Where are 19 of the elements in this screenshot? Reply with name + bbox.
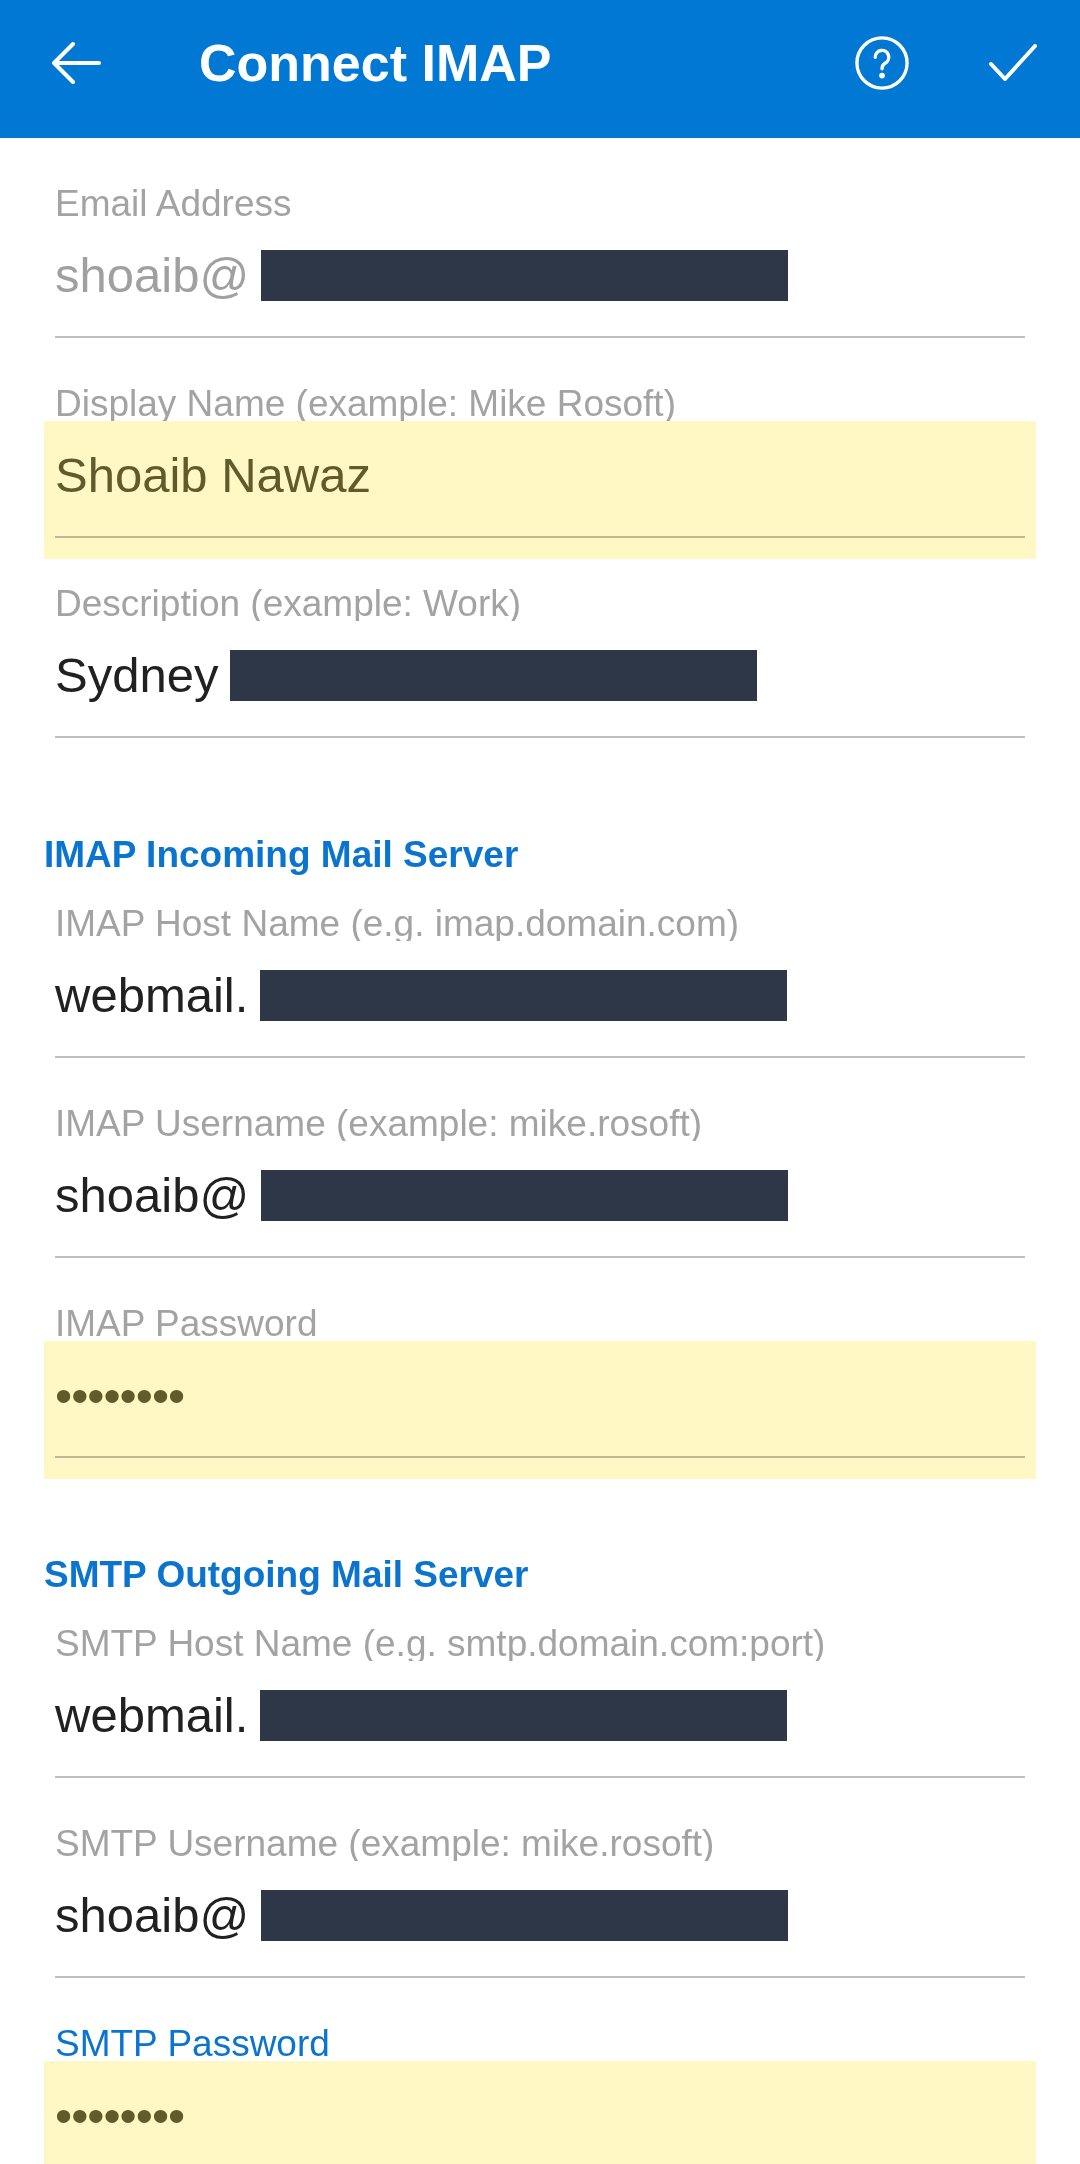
password-field[interactable]: •••••••• bbox=[44, 1341, 1036, 1479]
back-button[interactable] bbox=[51, 42, 101, 84]
help-icon bbox=[855, 36, 909, 90]
confirm-button[interactable] bbox=[989, 44, 1037, 82]
text-field[interactable]: Shoaib Nawaz bbox=[44, 421, 1036, 559]
field-label: IMAP Username (example: mike.rosoft) bbox=[55, 1107, 702, 1141]
section-heading: SMTP Outgoing Mail Server bbox=[44, 1553, 529, 1597]
password-field[interactable]: •••••••• bbox=[44, 2061, 1036, 2164]
field-label: Email Address bbox=[55, 187, 292, 221]
field-label: Display Name (example: Mike Rosoft) bbox=[55, 387, 676, 421]
help-button[interactable] bbox=[855, 36, 909, 90]
field-label: IMAP Password bbox=[55, 1307, 318, 1341]
checkmark-icon bbox=[989, 44, 1037, 82]
section-heading: IMAP Incoming Mail Server bbox=[44, 833, 519, 877]
field-label: SMTP Password bbox=[55, 2027, 330, 2061]
field-label: SMTP Username (example: mike.rosoft) bbox=[55, 1827, 715, 1861]
arrow-left-icon bbox=[51, 42, 101, 84]
field-label: Description (example: Work) bbox=[55, 587, 522, 621]
screen-title: Connect IMAP bbox=[199, 33, 552, 93]
